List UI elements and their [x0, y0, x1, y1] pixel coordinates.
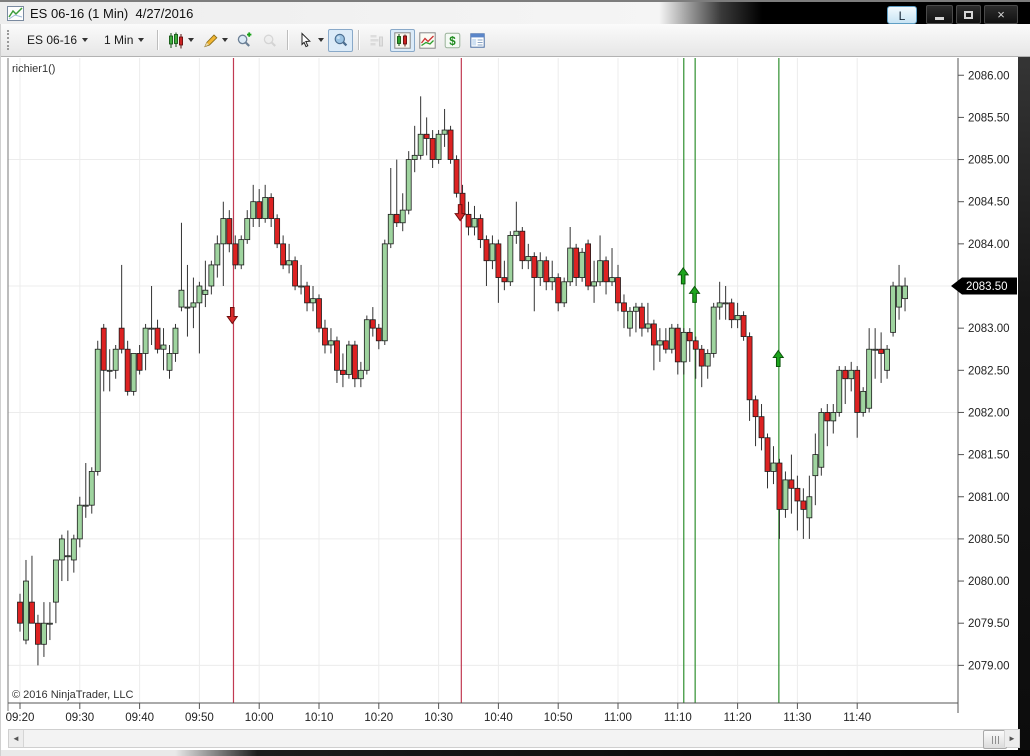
toolbar-separator [287, 30, 290, 50]
window-controls: L × [887, 5, 1018, 24]
data-series-icon [394, 31, 412, 49]
svg-text:11:20: 11:20 [724, 712, 752, 724]
svg-text:2081.50: 2081.50 [968, 450, 1010, 462]
svg-text:09:50: 09:50 [185, 712, 214, 724]
instrument-dropdown-label: ES 06-16 [27, 33, 78, 47]
candlesticks [17, 96, 908, 666]
cursor-button[interactable] [294, 29, 328, 52]
svg-text:2080.00: 2080.00 [968, 576, 1010, 588]
window-left-edge [0, 24, 1, 756]
zoom-out-button[interactable] [257, 29, 282, 52]
svg-text:2085.50: 2085.50 [968, 112, 1010, 124]
svg-text:10:40: 10:40 [484, 712, 513, 724]
svg-text:09:30: 09:30 [65, 712, 94, 724]
chevron-down-icon [318, 38, 325, 42]
window-right-edge [1018, 0, 1030, 756]
buy-arrow-icon [677, 267, 690, 285]
svg-text:11:10: 11:10 [664, 712, 692, 724]
strategies-icon: $ [444, 32, 461, 49]
zoom-in-icon [236, 31, 253, 49]
svg-text:2082.50: 2082.50 [968, 365, 1010, 377]
svg-text:11:00: 11:00 [604, 712, 632, 724]
drawing-tools-icon [202, 32, 219, 49]
axes [7, 58, 959, 713]
event-vlines [232, 58, 780, 703]
toolbar-separator [157, 30, 160, 50]
svg-text:10:00: 10:00 [245, 712, 274, 724]
scroll-right-icon[interactable]: ► [1004, 730, 1019, 747]
svg-text:09:40: 09:40 [125, 712, 154, 724]
scroll-left-icon[interactable]: ◄ [9, 730, 24, 747]
output-icon [469, 32, 486, 49]
toolbar-separator [358, 30, 361, 50]
buy-arrow-icon [688, 285, 701, 303]
x-axis[interactable]: 09:20 09:30 09:40 09:50 10:00 10:10 10:20 10:30… [6, 703, 872, 724]
horizontal-scrollbar[interactable]: ◄ ► [8, 729, 1020, 749]
toolbar: ES 06-16 1 Min $ [0, 24, 1030, 57]
close-button[interactable]: × [984, 5, 1018, 24]
window-title: ES 06-16 (1 Min) 4/27/2016 [30, 5, 194, 21]
sell-arrow-icon [226, 307, 239, 325]
bar-type-icon [168, 32, 185, 49]
svg-text:11:40: 11:40 [843, 712, 871, 724]
window-bottom-edge [0, 750, 1030, 756]
svg-text:10:20: 10:20 [364, 712, 393, 724]
svg-text:2079.50: 2079.50 [968, 618, 1010, 630]
instrument-dropdown[interactable]: ES 06-16 [19, 29, 96, 51]
svg-text:2086.00: 2086.00 [968, 70, 1010, 82]
svg-text:10:50: 10:50 [544, 712, 573, 724]
maximize-button[interactable] [956, 5, 981, 24]
minimize-button[interactable] [926, 5, 953, 24]
chart-trader-button[interactable] [365, 29, 390, 52]
interval-dropdown-label: 1 Min [104, 33, 134, 47]
price-badge: 2083.50 [951, 277, 1017, 295]
svg-text:$: $ [450, 35, 457, 47]
svg-text:2080.50: 2080.50 [968, 534, 1010, 546]
buy-arrow-icon [772, 349, 785, 367]
svg-text:09:20: 09:20 [6, 712, 35, 724]
chart-trader-icon [369, 32, 386, 49]
data-series-button[interactable] [390, 28, 416, 52]
chevron-down-icon [138, 38, 145, 42]
svg-text:2084.50: 2084.50 [968, 197, 1010, 209]
indicators-button[interactable] [415, 29, 440, 52]
maximize-icon [964, 10, 973, 19]
copyright-label: © 2016 NinjaTrader, LLC [12, 689, 133, 701]
svg-text:2084.00: 2084.00 [968, 239, 1010, 251]
svg-text:2079.00: 2079.00 [968, 660, 1010, 672]
bar-type-button[interactable] [164, 29, 198, 52]
crosshair-button[interactable] [328, 28, 354, 52]
interval-dropdown[interactable]: 1 Min [96, 29, 152, 51]
zoom-out-icon [261, 32, 278, 49]
drawing-tools-button[interactable] [198, 29, 232, 52]
y-axis[interactable]: 2086.00 2085.50 2085.00 2084.50 2084.00 2083.… [958, 70, 1010, 672]
chart-window-icon [7, 5, 24, 21]
svg-text:10:10: 10:10 [305, 712, 334, 724]
gridlines [8, 58, 958, 703]
svg-text:2085.00: 2085.00 [968, 155, 1010, 167]
price-chart[interactable]: 09:20 09:30 09:40 09:50 10:00 10:10 10:20 10:30… [0, 0, 1030, 756]
chevron-down-icon [222, 38, 229, 42]
zoom-in-button[interactable] [232, 29, 257, 52]
svg-text:2081.00: 2081.00 [968, 492, 1010, 504]
svg-text:11:30: 11:30 [783, 712, 811, 724]
output-button[interactable] [465, 29, 490, 52]
svg-text:10:30: 10:30 [424, 712, 453, 724]
crosshair-icon [332, 32, 349, 49]
indicator-label: richier1() [12, 63, 55, 75]
minimize-icon [935, 16, 944, 20]
link-button[interactable]: L [887, 5, 917, 24]
svg-text:2082.00: 2082.00 [968, 407, 1010, 419]
chevron-down-icon [188, 38, 195, 42]
toolbar-grip[interactable] [7, 30, 13, 50]
cursor-icon [298, 31, 315, 49]
titlebar[interactable]: ES 06-16 (1 Min) 4/27/2016 L × [0, 0, 1030, 24]
chevron-down-icon [82, 38, 89, 42]
strategies-button[interactable]: $ [440, 29, 465, 52]
svg-text:2083.50: 2083.50 [966, 281, 1008, 293]
svg-text:2083.00: 2083.00 [968, 323, 1010, 335]
indicators-icon [419, 31, 437, 49]
